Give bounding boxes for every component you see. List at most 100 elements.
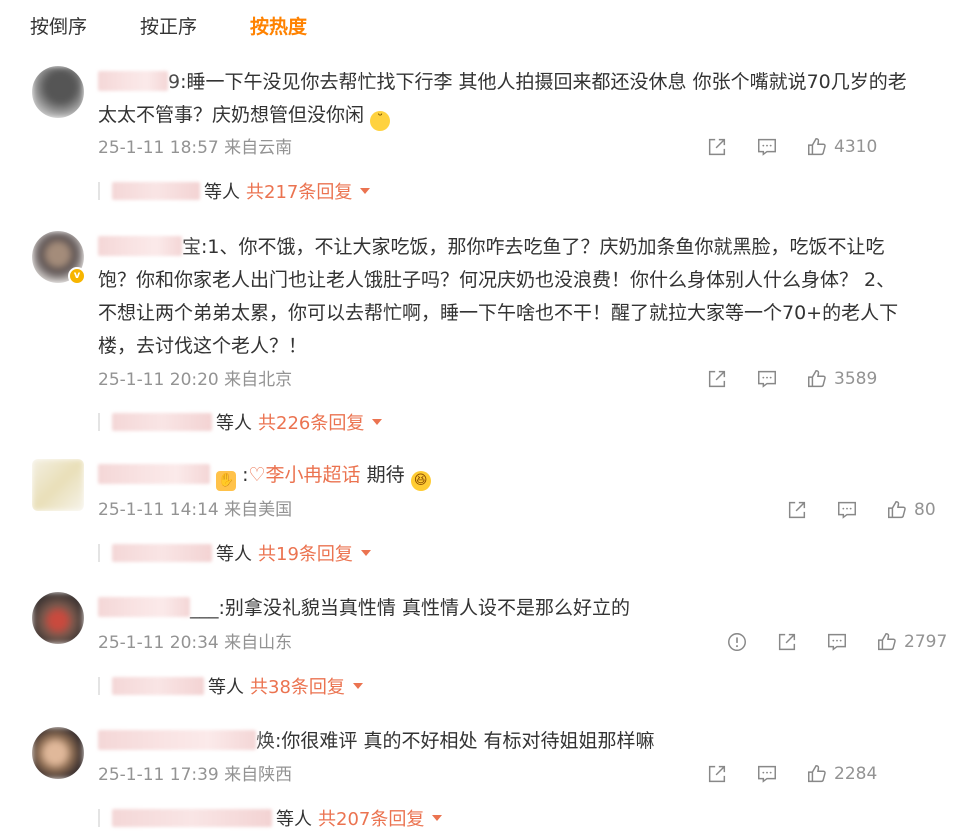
- comment-icon: [758, 138, 776, 156]
- reply-usernames-blurred[interactable]: [112, 182, 200, 200]
- thumbs-up-icon: [808, 370, 826, 388]
- comment-text-line: 饱？你和你家老人出门也让老人饿肚子吗？何况庆奶也没浪费！你什么身体别人什么身体？…: [98, 269, 896, 291]
- avatar[interactable]: [32, 727, 84, 779]
- comment-text: 焕:你很难评 真的不好相处 有标对待姐姐那样嘛: [98, 725, 938, 758]
- username-blurred[interactable]: [98, 71, 168, 91]
- reply-usernames-blurred[interactable]: [112, 809, 272, 827]
- comment-icon: [758, 370, 776, 388]
- share-button[interactable]: [786, 497, 808, 523]
- username-blurred[interactable]: [98, 236, 182, 256]
- like-count: 2284: [834, 764, 878, 784]
- comment-text-line: :你很难评 真的不好相处 有标对待姐姐那样嘛: [275, 730, 655, 752]
- like-button[interactable]: 2284: [806, 761, 877, 787]
- like-button[interactable]: 3589: [806, 366, 877, 392]
- avatar[interactable]: [32, 592, 84, 644]
- reply-total-link[interactable]: 共19条回复: [258, 540, 353, 566]
- comment-location: 来自云南: [224, 138, 293, 158]
- comment-location: 来自美国: [224, 500, 293, 520]
- reply-usernames-blurred[interactable]: [112, 413, 212, 431]
- chevron-down-icon[interactable]: [372, 419, 383, 425]
- comment-text-line: :别拿没礼貌当真性情 真性情人设不是那么好立的: [218, 597, 630, 619]
- tab-sort-desc[interactable]: 按倒序: [30, 14, 87, 40]
- username-suffix[interactable]: ___: [190, 597, 219, 619]
- share-button[interactable]: [776, 629, 798, 655]
- avatar[interactable]: [32, 66, 84, 118]
- comment-button[interactable]: [756, 134, 778, 160]
- share-icon: [778, 633, 796, 651]
- username-suffix[interactable]: 宝: [182, 236, 201, 258]
- comment-text-line: 太太不管事？庆奶想管但没你闲: [98, 104, 365, 126]
- reply-total-link[interactable]: 共226条回复: [258, 409, 364, 435]
- like-button[interactable]: 80: [886, 497, 936, 523]
- comment-meta: 25-1-11 20:34 来自山东: [98, 631, 292, 655]
- reply-total-link[interactable]: 共38条回复: [250, 673, 345, 699]
- reply-total-link[interactable]: 共207条回复: [318, 805, 424, 831]
- reply-total-link[interactable]: 共217条回复: [246, 178, 352, 204]
- reply-summary: 等人 共38条回复: [98, 673, 363, 699]
- comment-meta: 25-1-11 17:39 来自陕西: [98, 763, 292, 787]
- share-icon: [708, 765, 726, 783]
- tab-sort-asc[interactable]: 按正序: [140, 14, 197, 40]
- comment-icon: [758, 765, 776, 783]
- username-suffix[interactable]: 焕: [256, 730, 275, 752]
- chevron-down-icon[interactable]: [360, 550, 371, 556]
- comment-time: 25-1-11 17:39: [98, 765, 219, 785]
- tab-sort-hot[interactable]: 按热度: [250, 14, 307, 40]
- comment-text: 9:睡一下午没见你去帮忙找下行李 其他人拍摄回来都还没休息 你张个嘴就说70几岁…: [98, 66, 938, 132]
- share-button[interactable]: [706, 366, 728, 392]
- chevron-down-icon[interactable]: [360, 188, 371, 194]
- comment-time: 25-1-11 14:14: [98, 500, 219, 520]
- comment-button[interactable]: [756, 761, 778, 787]
- comment-actions: 2797: [726, 629, 947, 655]
- reply-usernames-blurred[interactable]: [112, 544, 212, 562]
- reply-summary: 等人 共217条回复: [98, 178, 371, 204]
- username-blurred[interactable]: [98, 464, 210, 484]
- comment-button[interactable]: [826, 629, 848, 655]
- reply-divider: [98, 544, 100, 562]
- comment-actions: 4310: [706, 134, 946, 160]
- unamused-face-icon: ˘: [370, 111, 391, 131]
- thumbs-up-icon: [808, 765, 826, 783]
- super-topic-name[interactable]: 李小冉超话: [266, 464, 361, 486]
- username-blurred[interactable]: [98, 730, 256, 750]
- comment-location: 来自陕西: [224, 765, 293, 785]
- username-blurred[interactable]: [98, 597, 190, 617]
- comment-meta: 25-1-11 14:14 来自美国: [98, 498, 292, 522]
- share-icon: [708, 370, 726, 388]
- reply-usernames-blurred[interactable]: [112, 677, 204, 695]
- thumbs-up-icon: [878, 633, 896, 651]
- comment-text-line: 不想让两个弟弟太累，你可以去帮忙啊，睡一下午啥也不干！醒了就拉大家等一个70+的…: [98, 302, 899, 324]
- comment-actions: 3589: [706, 366, 946, 392]
- medal-badge-icon: ✋: [216, 471, 237, 491]
- comment-time: 25-1-11 20:20: [98, 370, 219, 390]
- super-topic-link[interactable]: ♡李小冉超话: [249, 464, 361, 486]
- username-suffix[interactable]: 9: [168, 71, 180, 93]
- like-count: 2797: [904, 632, 948, 652]
- comment-text: ✋ :♡李小冉超话 期待 😆: [98, 459, 938, 492]
- comment-icon: [838, 501, 856, 519]
- comment-item: 9:睡一下午没见你去帮忙找下行李 其他人拍摄回来都还没休息 你张个嘴就说70几岁…: [0, 60, 960, 210]
- comment-text-line: :1、你不饿，不让大家吃饭，那你咋去吃鱼了？庆奶加条鱼你就黑脸，吃饭不让吃: [201, 236, 885, 258]
- warning-icon: [728, 633, 746, 651]
- like-count: 80: [914, 500, 936, 520]
- sort-tabs: 按倒序 按正序 按热度: [0, 0, 960, 52]
- comment-item: v 宝:1、你不饿，不让大家吃饭，那你咋去吃鱼了？庆奶加条鱼你就黑脸，吃饭不让吃…: [0, 225, 960, 440]
- reply-by-label: 等人: [208, 677, 244, 698]
- report-button[interactable]: [726, 629, 748, 655]
- comment-text: 宝:1、你不饿，不让大家吃饭，那你咋去吃鱼了？庆奶加条鱼你就黑脸，吃饭不让吃 饱…: [98, 231, 938, 363]
- like-button[interactable]: 4310: [806, 134, 877, 160]
- comment-button[interactable]: [756, 366, 778, 392]
- avatar[interactable]: [32, 459, 84, 511]
- share-button[interactable]: [706, 134, 728, 160]
- diamond-icon: ♡: [248, 464, 266, 486]
- chevron-down-icon[interactable]: [432, 815, 443, 821]
- comment-icon: [828, 633, 846, 651]
- share-button[interactable]: [706, 761, 728, 787]
- like-button[interactable]: 2797: [876, 629, 947, 655]
- thumbs-up-icon: [888, 501, 906, 519]
- comment-time: 25-1-11 18:57: [98, 138, 219, 158]
- comment-item: 焕:你很难评 真的不好相处 有标对待姐姐那样嘛 25-1-11 17:39 来自…: [0, 723, 960, 833]
- reply-divider: [98, 809, 100, 827]
- chevron-down-icon[interactable]: [352, 683, 363, 689]
- comment-button[interactable]: [836, 497, 858, 523]
